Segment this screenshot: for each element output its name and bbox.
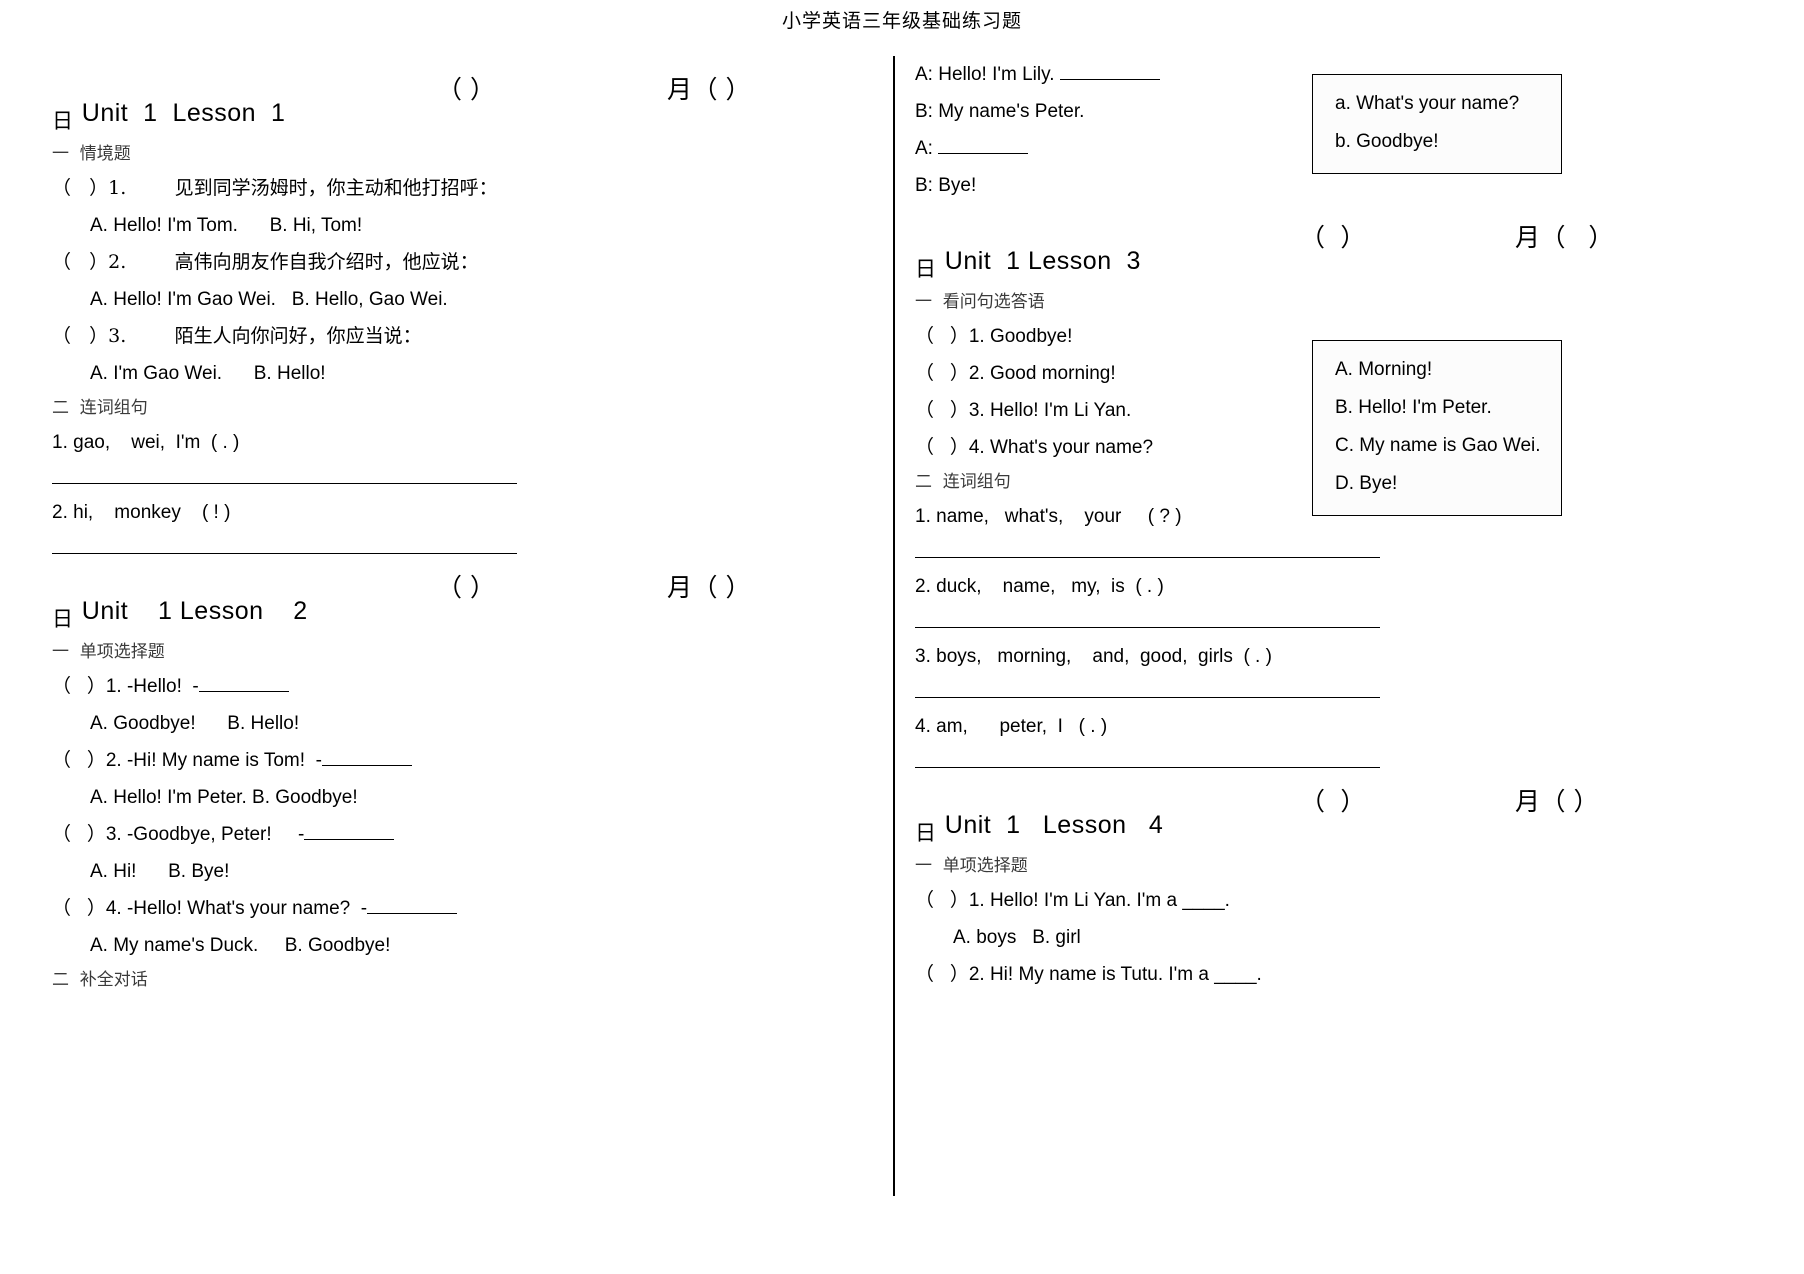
section-heading-situational: 一 情境题 xyxy=(52,144,131,164)
right-column: A: Hello! I'm Lily. B: My name's Peter. … xyxy=(915,56,1775,993)
lesson-score-paren: （ ） xyxy=(437,574,496,602)
question-options: A. My name's Duck. B. Goodbye! xyxy=(90,935,391,956)
answer-rule-line[interactable] xyxy=(915,697,1380,698)
question-text: （ ）3. -Goodbye, Peter! - xyxy=(52,824,305,845)
word-order-item: 2. duck, name, my, is ( . ) xyxy=(915,576,1164,597)
lesson-month-field: 月（ ） xyxy=(667,76,751,104)
question-text: （ ）2. -Hi! My name is Tom! - xyxy=(52,750,322,771)
answer-option: b. Goodbye! xyxy=(1335,131,1439,152)
lesson-month-field: 月（ ） xyxy=(667,574,751,602)
lesson-header-unit1-lesson1: Unit 1 Lesson 1 （ ） 月（ ） xyxy=(52,70,852,127)
section-heading-multiple-choice: 一 单项选择题 xyxy=(52,642,165,662)
answer-rule-line[interactable] xyxy=(915,627,1380,628)
answer-option: D. Bye! xyxy=(1335,473,1398,494)
lesson-title: Unit 1 Lesson 3 xyxy=(944,247,1141,275)
answer-blank[interactable] xyxy=(367,896,458,914)
question-options: A. Hello! I'm Gao Wei. B. Hello, Gao Wei… xyxy=(90,289,448,310)
lesson-title: Unit 1 Lesson 2 xyxy=(81,597,308,625)
answer-option: B. Hello! I'm Peter. xyxy=(1335,397,1492,418)
page-title: 小学英语三年级基础练习题 xyxy=(781,10,1022,32)
answer-blank[interactable] xyxy=(1059,62,1160,80)
answer-rule-line[interactable] xyxy=(915,557,1380,558)
question-options: A. Hello! I'm Tom. B. Hi, Tom! xyxy=(90,215,363,236)
question-options: A. boys B. girl xyxy=(953,927,1081,948)
answer-option: A. Morning! xyxy=(1335,359,1433,380)
question-item: （ ）1. -Hello! - xyxy=(52,668,852,705)
question-options: A. Hi! B. Bye! xyxy=(90,861,230,882)
section-heading-match-answer: 一 看问句选答语 xyxy=(915,292,1045,312)
answer-options-box-2: A. Morning! B. Hello! I'm Peter. C. My n… xyxy=(1312,340,1562,516)
answer-rule-line[interactable] xyxy=(915,767,1380,768)
question-options: A. Goodbye! B. Hello! xyxy=(90,713,300,734)
answer-rule-line[interactable] xyxy=(52,483,517,484)
lesson-header-unit1-lesson3: Unit 1 Lesson 3 （ ） 月（ ） xyxy=(915,218,1775,275)
lesson-month-field: 月（ ） xyxy=(1515,224,1614,252)
question-options: A. Hello! I'm Peter. B. Goodbye! xyxy=(90,787,358,808)
question-item: （ ）3. 陌生人向你问好，你应当说： xyxy=(52,325,422,347)
question-item: （ ）4. -Hello! What's your name? - xyxy=(52,890,852,927)
answer-blank[interactable] xyxy=(321,748,412,766)
question-item: （ ）1. Hello! I'm Li Yan. I'm a ____. xyxy=(915,890,1230,911)
section-heading-complete-dialogue: 二 补全对话 xyxy=(52,970,148,990)
lesson-score-paren: （ ） xyxy=(1300,788,1366,816)
answer-blank[interactable] xyxy=(304,822,395,840)
lesson-score-paren: （ ） xyxy=(437,76,496,104)
answer-rule-line[interactable] xyxy=(52,553,517,554)
question-item: （ ）2. Hi! My name is Tutu. I'm a ____. xyxy=(915,964,1262,985)
question-text: （ ）4. -Hello! What's your name? - xyxy=(52,898,368,919)
left-column: Unit 1 Lesson 1 （ ） 月（ ） 日 一 情境题 （ ）1. 见… xyxy=(52,56,852,996)
dialogue-text: A: Hello! I'm Lily. xyxy=(915,64,1060,85)
word-order-item: 2. hi, monkey ( ! ) xyxy=(52,502,231,523)
question-item: （ ）2. 高伟向朋友作自我介绍时，他应说： xyxy=(52,251,479,273)
dialogue-text: A: xyxy=(915,138,939,159)
answer-options-box-1: a. What's your name? b. Goodbye! xyxy=(1312,74,1562,174)
word-order-item: 1. gao, wei, I'm ( . ) xyxy=(52,432,240,453)
lesson-header-unit1-lesson2: Unit 1 Lesson 2 （ ） 月（ ） xyxy=(52,568,852,625)
question-item: （ ）2. -Hi! My name is Tom! - xyxy=(52,742,852,779)
question-options: A. I'm Gao Wei. B. Hello! xyxy=(90,363,326,384)
question-item: （ ）3. -Goodbye, Peter! - xyxy=(52,816,852,853)
lesson-title: Unit 1 Lesson 1 xyxy=(81,99,286,127)
lesson-header-unit1-lesson4: Unit 1 Lesson 4 （ ） 月（ ） xyxy=(915,782,1775,839)
answer-blank[interactable] xyxy=(198,674,289,692)
lesson-score-paren: （ ） xyxy=(1300,224,1366,252)
section-heading-multiple-choice: 一 单项选择题 xyxy=(915,856,1028,876)
lesson-month-field: 月（ ） xyxy=(1515,788,1599,816)
answer-blank[interactable] xyxy=(938,136,1029,154)
word-order-item: 3. boys, morning, and, good, girls ( . ) xyxy=(915,646,1272,667)
answer-option: C. My name is Gao Wei. xyxy=(1335,435,1541,456)
column-divider xyxy=(893,56,895,1196)
section-heading-word-order: 二 连词组句 xyxy=(52,398,148,418)
answer-option: a. What's your name? xyxy=(1335,93,1520,114)
word-order-item: 4. am, peter, I ( . ) xyxy=(915,716,1108,737)
question-item: （ ）1. 见到同学汤姆时，你主动和他打招呼： xyxy=(52,177,498,199)
lesson-title: Unit 1 Lesson 4 xyxy=(944,811,1164,839)
